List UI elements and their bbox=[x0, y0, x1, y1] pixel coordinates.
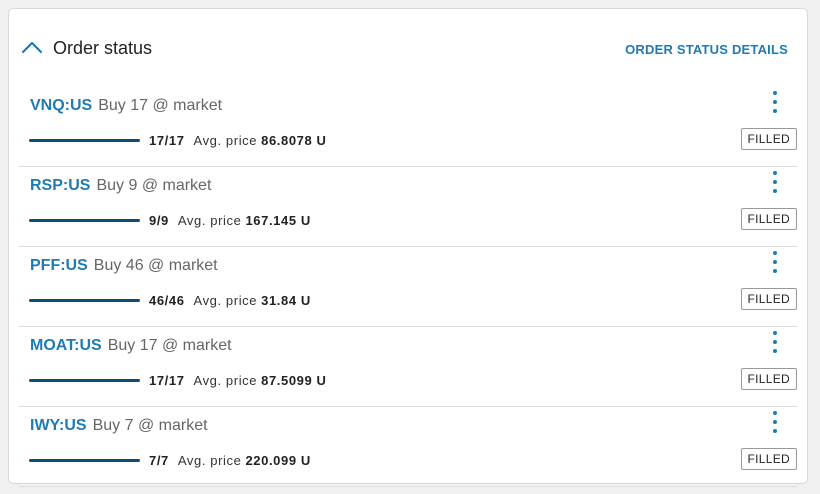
collapse-button[interactable] bbox=[20, 35, 44, 59]
fill-progress-bar bbox=[29, 459, 140, 462]
order-status-panel: Order status ORDER STATUS DETAILS VNQ:US… bbox=[8, 8, 808, 487]
order-symbol-link[interactable]: VNQ:US bbox=[30, 97, 92, 114]
status-badge: FILLED bbox=[740, 208, 797, 230]
fill-progress-fill bbox=[29, 379, 140, 382]
filled-quantity: 9/9 bbox=[149, 213, 169, 228]
avg-price-value: 31.84 U bbox=[261, 293, 311, 308]
fill-progress-bar bbox=[29, 139, 140, 142]
avg-price-value: 167.145 U bbox=[245, 213, 311, 228]
filled-quantity: 17/17 bbox=[149, 373, 185, 388]
order-description: Buy 7 @ market bbox=[92, 417, 208, 434]
avg-price-value: 220.099 U bbox=[245, 453, 311, 468]
filled-quantity: 46/46 bbox=[149, 293, 185, 308]
order-stats: 9/9 Avg. price 167.145 U bbox=[149, 212, 311, 230]
avg-price-value: 87.5099 U bbox=[261, 373, 327, 388]
fill-progress-fill bbox=[29, 299, 140, 302]
fill-progress-fill bbox=[29, 459, 140, 462]
fill-progress-fill bbox=[29, 139, 140, 142]
order-symbol-link[interactable]: IWY:US bbox=[30, 417, 87, 434]
order-symbol-link[interactable]: MOAT:US bbox=[30, 337, 102, 354]
order-description: Buy 17 @ market bbox=[107, 337, 232, 354]
order-description: Buy 46 @ market bbox=[93, 257, 218, 274]
order-list: VNQ:US Buy 17 @ market 17/17 Avg. price 86.… bbox=[9, 87, 807, 487]
order-summary: IWY:US Buy 7 @ market bbox=[30, 416, 208, 436]
fill-progress-bar bbox=[29, 299, 140, 302]
order-stats: 17/17 Avg. price 86.8078 U bbox=[149, 132, 327, 150]
order-summary: PFF:US Buy 46 @ market bbox=[30, 256, 218, 276]
order-summary: VNQ:US Buy 17 @ market bbox=[30, 96, 222, 116]
order-menu-button[interactable] bbox=[769, 411, 781, 437]
order-summary: RSP:US Buy 9 @ market bbox=[30, 176, 211, 196]
status-badge: FILLED bbox=[740, 288, 797, 310]
order-stats: 46/46 Avg. price 31.84 U bbox=[149, 292, 311, 310]
order-symbol-link[interactable]: PFF:US bbox=[30, 257, 88, 274]
status-badge: FILLED bbox=[740, 448, 797, 470]
order-menu-button[interactable] bbox=[769, 91, 781, 117]
fill-progress-bar bbox=[29, 219, 140, 222]
avg-price-value: 86.8078 U bbox=[261, 133, 327, 148]
order-stats: 17/17 Avg. price 87.5099 U bbox=[149, 372, 327, 390]
order-stats: 7/7 Avg. price 220.099 U bbox=[149, 452, 311, 470]
avg-price-label: Avg. price bbox=[193, 133, 258, 148]
order-row: RSP:US Buy 9 @ market 9/9 Avg. price 167.14… bbox=[19, 167, 797, 247]
order-description: Buy 17 @ market bbox=[98, 97, 223, 114]
fill-progress-bar bbox=[29, 379, 140, 382]
avg-price-label: Avg. price bbox=[177, 213, 242, 228]
order-symbol-link[interactable]: RSP:US bbox=[30, 177, 90, 194]
order-description: Buy 9 @ market bbox=[96, 177, 212, 194]
panel-header: Order status ORDER STATUS DETAILS bbox=[9, 9, 807, 87]
order-menu-button[interactable] bbox=[769, 171, 781, 197]
panel-title: Order status bbox=[53, 38, 153, 58]
order-row: VNQ:US Buy 17 @ market 17/17 Avg. price 86.… bbox=[19, 87, 797, 167]
order-row: IWY:US Buy 7 @ market 7/7 Avg. price 220.09… bbox=[19, 407, 797, 487]
status-badge: FILLED bbox=[740, 368, 797, 390]
avg-price-label: Avg. price bbox=[177, 453, 242, 468]
order-row: PFF:US Buy 46 @ market 46/46 Avg. price 31.… bbox=[19, 247, 797, 327]
filled-quantity: 7/7 bbox=[149, 453, 169, 468]
avg-price-label: Avg. price bbox=[193, 293, 258, 308]
order-menu-button[interactable] bbox=[769, 251, 781, 277]
order-status-details-link[interactable]: ORDER STATUS DETAILS bbox=[625, 42, 788, 58]
order-summary: MOAT:US Buy 17 @ market bbox=[30, 336, 232, 356]
chevron-up-icon bbox=[21, 41, 43, 54]
order-menu-button[interactable] bbox=[769, 331, 781, 357]
order-row: MOAT:US Buy 17 @ market 17/17 Avg. price 87… bbox=[19, 327, 797, 407]
filled-quantity: 17/17 bbox=[149, 133, 185, 148]
fill-progress-fill bbox=[29, 219, 140, 222]
avg-price-label: Avg. price bbox=[193, 373, 258, 388]
status-badge: FILLED bbox=[740, 128, 797, 150]
